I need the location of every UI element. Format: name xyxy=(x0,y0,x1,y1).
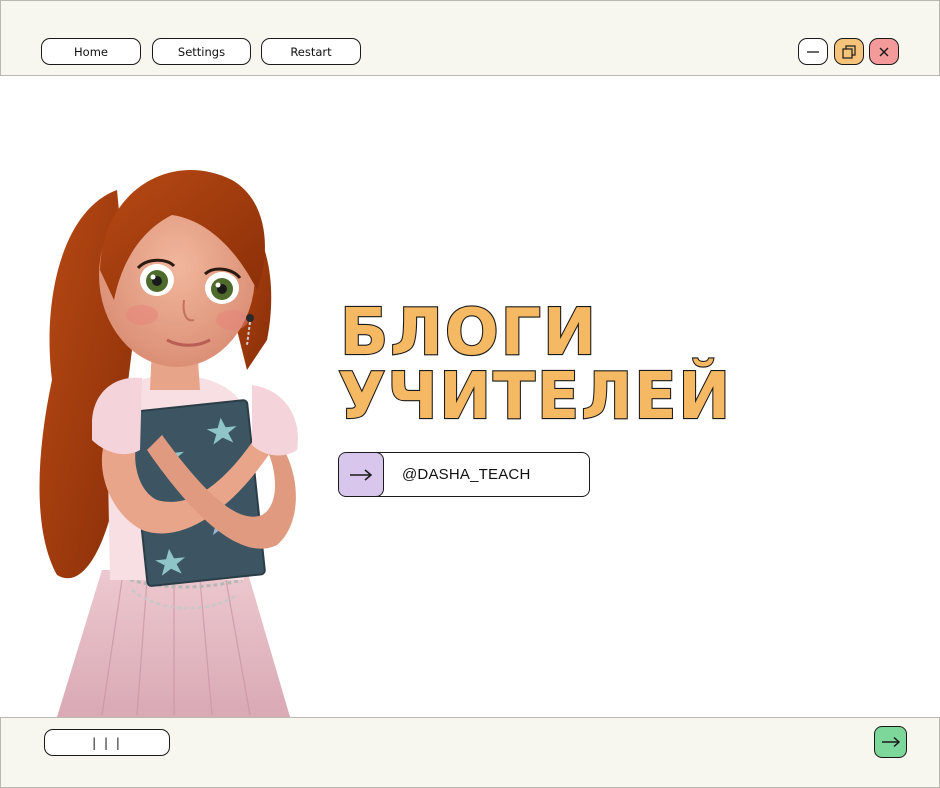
top-bar: Home Settings Restart xyxy=(0,0,940,76)
blog-handle-text: @DASHA_TEACH xyxy=(402,466,531,483)
minimize-button[interactable] xyxy=(798,38,828,65)
close-button[interactable] xyxy=(869,38,899,65)
close-icon xyxy=(879,47,889,56)
menu-button[interactable]: | | | xyxy=(44,729,170,756)
next-button[interactable] xyxy=(874,726,907,758)
restart-button[interactable]: Restart xyxy=(261,38,361,65)
arrow-right-icon xyxy=(350,468,373,481)
title-line-1: БЛОГИ xyxy=(340,296,598,370)
page-title: БЛОГИ УЧИТЕЛЕЙ xyxy=(337,295,732,428)
minimize-icon xyxy=(807,50,819,53)
home-button[interactable]: Home xyxy=(41,38,141,65)
restore-windows-icon xyxy=(842,44,856,59)
title-line-2: УЧИТЕЛЕЙ xyxy=(338,358,732,428)
maximize-button[interactable] xyxy=(834,38,864,65)
bottom-bar: | | | xyxy=(0,717,940,788)
handle-arrow-button[interactable] xyxy=(339,453,384,496)
settings-button[interactable]: Settings xyxy=(152,38,251,65)
blog-handle-link[interactable]: @DASHA_TEACH xyxy=(338,452,590,497)
teacher-avatar-illustration xyxy=(39,170,298,717)
arrow-right-icon xyxy=(881,736,900,748)
